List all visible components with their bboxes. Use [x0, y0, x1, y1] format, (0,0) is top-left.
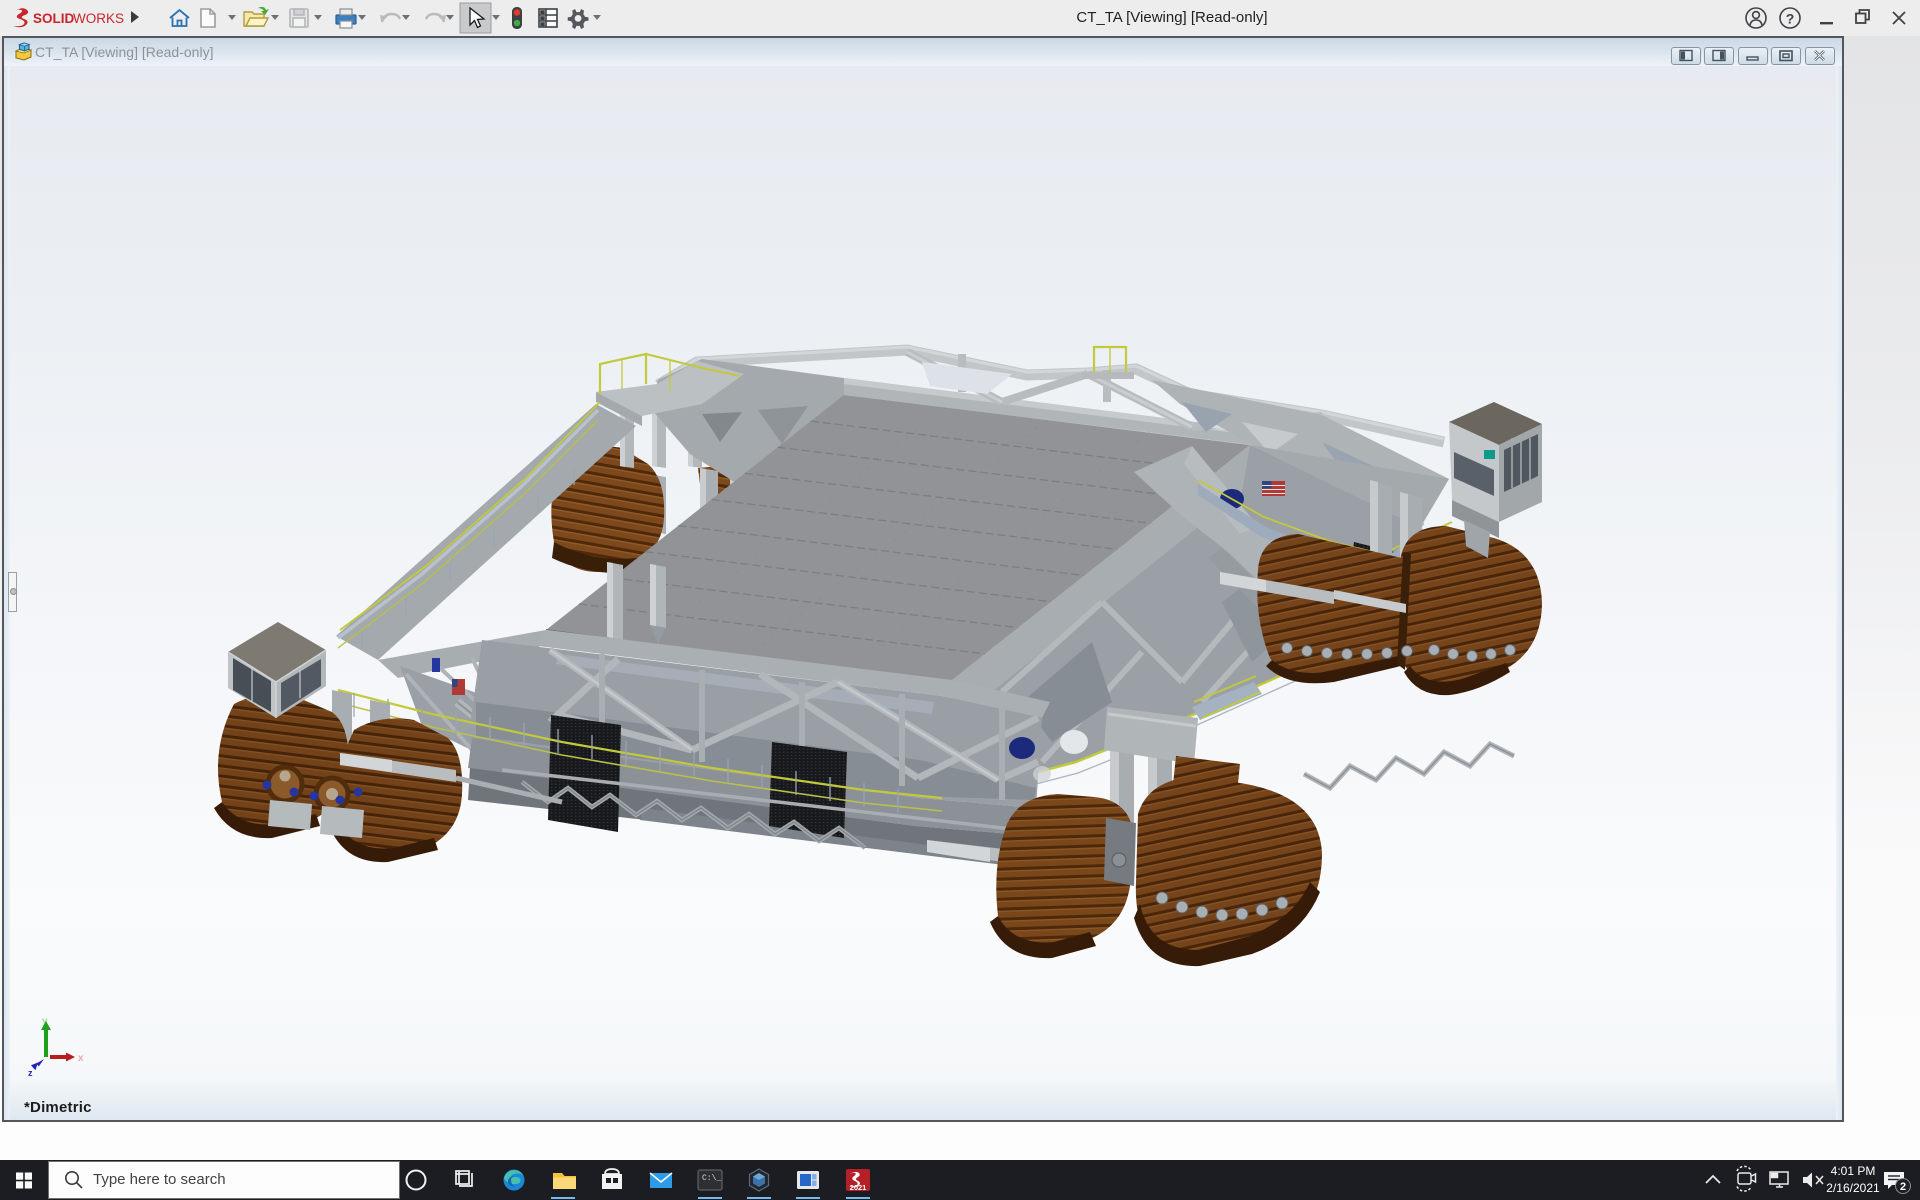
svg-text:WORKS: WORKS	[73, 11, 124, 26]
svg-text:?: ?	[1786, 11, 1795, 27]
svg-text:2: 2	[1900, 1181, 1906, 1193]
svg-text:C:\_: C:\_	[702, 1174, 721, 1183]
svg-text:x: x	[78, 1053, 84, 1064]
svg-text:z: z	[28, 1068, 33, 1078]
svg-text:2021: 2021	[850, 1183, 867, 1192]
svg-text:SOLID: SOLID	[33, 11, 75, 26]
